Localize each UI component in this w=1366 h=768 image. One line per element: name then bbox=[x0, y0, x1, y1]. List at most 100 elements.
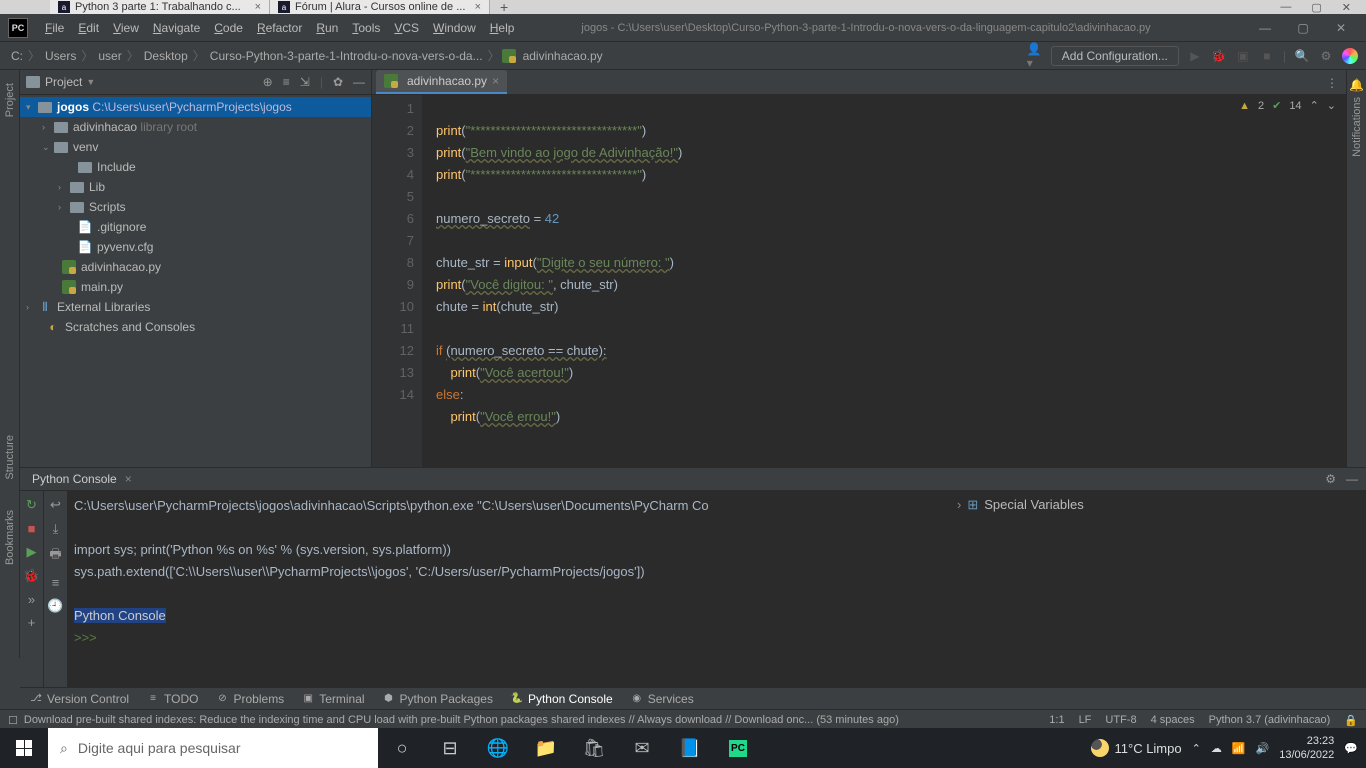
menu-help[interactable]: Help bbox=[483, 21, 522, 35]
variables-icon[interactable]: ≡ bbox=[52, 575, 60, 590]
gear-icon[interactable]: ⚙ bbox=[1325, 472, 1336, 486]
stop-icon[interactable]: ■ bbox=[1259, 48, 1275, 64]
chevron-right-icon[interactable]: › bbox=[957, 497, 961, 512]
inspection-widget[interactable]: ▲2 ✔14 ⌃ ⌄ bbox=[1239, 99, 1336, 112]
mail-icon[interactable]: ✉ bbox=[618, 728, 666, 768]
breadcrumb[interactable]: user bbox=[95, 49, 124, 63]
task-view-icon[interactable]: ○ bbox=[378, 728, 426, 768]
scroll-end-icon[interactable]: ⤓ bbox=[53, 521, 59, 537]
more-icon[interactable]: ⋮ bbox=[1318, 72, 1346, 94]
debug-icon[interactable]: 🐞 bbox=[1211, 48, 1227, 64]
user-icon[interactable]: 👤▾ bbox=[1027, 48, 1043, 64]
menu-navigate[interactable]: Navigate bbox=[146, 21, 207, 35]
execute-icon[interactable]: ▶ bbox=[27, 544, 37, 560]
add-configuration-button[interactable]: Add Configuration... bbox=[1051, 46, 1179, 66]
tray-chevron-icon[interactable]: ⌃ bbox=[1192, 742, 1201, 755]
cortana-icon[interactable]: ⊟ bbox=[426, 728, 474, 768]
close-icon[interactable]: × bbox=[475, 1, 481, 13]
clock[interactable]: 23:2313/06/2022 bbox=[1279, 734, 1334, 762]
tree-item[interactable]: ›Lib bbox=[20, 177, 371, 197]
edge-icon[interactable]: 🌐 bbox=[474, 728, 522, 768]
breadcrumb-file[interactable]: adivinhacao.py bbox=[520, 49, 606, 63]
tree-item[interactable]: 📄.gitignore bbox=[20, 217, 371, 237]
tree-root[interactable]: ▾ jogos C:\Users\user\PycharmProjects\jo… bbox=[20, 97, 371, 117]
editor-tab[interactable]: adivinhacao.py × bbox=[376, 70, 507, 94]
status-message[interactable]: Download pre-built shared indexes: Reduc… bbox=[24, 714, 899, 726]
indent-setting[interactable]: 4 spaces bbox=[1151, 714, 1195, 726]
notifications-tray-icon[interactable]: 💬 bbox=[1344, 742, 1358, 755]
wifi-icon[interactable]: 📶 bbox=[1232, 742, 1246, 755]
chevron-down-icon[interactable]: ⌄ bbox=[1327, 99, 1336, 112]
chevron-up-icon[interactable]: ⌃ bbox=[1310, 99, 1319, 112]
tree-scratches[interactable]: ◐Scratches and Consoles bbox=[20, 317, 371, 337]
variables-pane[interactable]: › ⊞ Special Variables bbox=[946, 491, 1366, 687]
menu-refactor[interactable]: Refactor bbox=[250, 21, 309, 35]
breadcrumb[interactable]: Desktop bbox=[141, 49, 191, 63]
bookmarks-tool-button[interactable]: Bookmarks bbox=[4, 505, 16, 570]
settings-icon[interactable]: ⚙ bbox=[1318, 48, 1334, 64]
gear-icon[interactable]: ✿ bbox=[333, 75, 343, 89]
explorer-icon[interactable]: 📁 bbox=[522, 728, 570, 768]
chevron-down-icon[interactable]: ▼ bbox=[86, 77, 95, 87]
rerun-icon[interactable]: ↻ bbox=[26, 497, 37, 513]
close-button[interactable]: ✕ bbox=[1334, 21, 1348, 35]
soft-wrap-icon[interactable]: ↩ bbox=[50, 497, 61, 513]
history-icon[interactable]: 🕘 bbox=[47, 598, 63, 614]
notepad-icon[interactable]: 📘 bbox=[666, 728, 714, 768]
line-separator[interactable]: LF bbox=[1079, 714, 1092, 726]
browser-tab-2[interactable]: aFórum | Alura - Cursos online de ...× bbox=[270, 0, 490, 14]
browser-tab-1[interactable]: aPython 3 parte 1: Trabalhando c...× bbox=[50, 0, 270, 14]
taskbar-search[interactable]: ⌕ Digite aqui para pesquisar bbox=[48, 728, 378, 768]
menu-vcs[interactable]: VCS bbox=[387, 21, 426, 35]
volume-icon[interactable]: 🔊 bbox=[1256, 742, 1270, 755]
tree-item[interactable]: adivinhacao.py bbox=[20, 257, 371, 277]
coverage-icon[interactable]: ▣ bbox=[1235, 48, 1251, 64]
tree-external-libs[interactable]: ›⫴External Libraries bbox=[20, 297, 371, 317]
breadcrumb[interactable]: Users bbox=[42, 49, 79, 63]
stop-icon[interactable]: ■ bbox=[28, 521, 36, 536]
notifications-tool-button[interactable]: Notifications bbox=[1351, 92, 1363, 162]
hide-icon[interactable]: — bbox=[1346, 472, 1358, 486]
close-icon[interactable]: × bbox=[125, 472, 132, 486]
tree-item[interactable]: ⌄venv bbox=[20, 137, 371, 157]
caret-position[interactable]: 1:1 bbox=[1049, 714, 1064, 726]
tool-python-console[interactable]: 🐍Python Console bbox=[511, 692, 613, 706]
bell-icon[interactable]: 🔔 bbox=[1349, 78, 1364, 92]
search-icon[interactable]: 🔍 bbox=[1294, 48, 1310, 64]
menu-tools[interactable]: Tools bbox=[345, 21, 387, 35]
print-icon[interactable]: 🖶 bbox=[49, 545, 61, 567]
tool-version-control[interactable]: ⎇Version Control bbox=[30, 692, 129, 706]
weather-widget[interactable]: 11°C Limpo bbox=[1091, 739, 1182, 757]
file-encoding[interactable]: UTF-8 bbox=[1105, 714, 1136, 726]
maximize-button[interactable]: ▢ bbox=[1296, 21, 1310, 35]
console-output[interactable]: C:\Users\user\PycharmProjects\jogos\adiv… bbox=[68, 491, 946, 687]
new-tab-button[interactable]: + bbox=[490, 0, 518, 15]
menu-window[interactable]: Window bbox=[426, 21, 483, 35]
maximize-icon[interactable]: ▢ bbox=[1311, 1, 1321, 14]
pycharm-taskbar-icon[interactable]: PC bbox=[714, 728, 762, 768]
interpreter[interactable]: Python 3.7 (adivinhacao) bbox=[1209, 714, 1331, 726]
code-with-me-icon[interactable] bbox=[1342, 48, 1358, 64]
tree-item[interactable]: ›adivinhacao library root bbox=[20, 117, 371, 137]
code-editor[interactable]: 1234567891011121314 print("*************… bbox=[372, 95, 1346, 467]
tool-services[interactable]: ◉Services bbox=[631, 692, 694, 706]
breadcrumb[interactable]: Curso-Python-3-parte-1-Introdu-o-nova-ve… bbox=[207, 49, 486, 63]
debug-console-icon[interactable]: 🐞 bbox=[23, 568, 39, 584]
tool-python-packages[interactable]: ⬢Python Packages bbox=[383, 692, 493, 706]
tree-item[interactable]: ›Scripts bbox=[20, 197, 371, 217]
menu-code[interactable]: Code bbox=[207, 21, 250, 35]
breadcrumb[interactable]: C: bbox=[8, 49, 26, 63]
project-tool-button[interactable]: Project bbox=[4, 78, 16, 122]
select-opened-icon[interactable]: ⊕ bbox=[263, 75, 273, 89]
tool-todo[interactable]: ≡TODO bbox=[147, 692, 198, 706]
event-log-icon[interactable]: ☐ bbox=[8, 714, 18, 727]
attach-icon[interactable]: » bbox=[28, 592, 35, 607]
lock-icon[interactable]: 🔒 bbox=[1344, 714, 1358, 727]
close-icon[interactable]: × bbox=[492, 74, 499, 88]
hide-icon[interactable]: — bbox=[353, 75, 365, 89]
menu-run[interactable]: Run bbox=[309, 21, 345, 35]
tool-terminal[interactable]: ▣Terminal bbox=[302, 692, 364, 706]
minimize-icon[interactable]: — bbox=[1280, 1, 1291, 14]
tree-item[interactable]: Include bbox=[20, 157, 371, 177]
close-icon[interactable]: ✕ bbox=[1342, 1, 1351, 14]
